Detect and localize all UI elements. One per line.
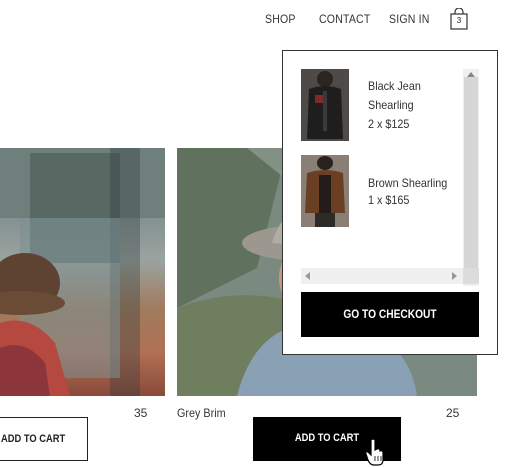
product-photo-hat-man xyxy=(0,148,165,396)
top-nav: SHOP CONTACT SIGN IN 3 xyxy=(0,0,516,40)
scroll-left-arrow-icon[interactable] xyxy=(305,272,310,280)
cart-item-thumbnail xyxy=(301,69,349,141)
add-to-cart-label: ADD TO CART xyxy=(1,433,66,445)
product-image[interactable] xyxy=(0,148,165,396)
cart-item[interactable]: Black Jean Shearling 2 x $125 xyxy=(301,69,481,149)
cart-item-qty: 1 x $165 xyxy=(368,193,410,207)
cart-item-list: Black Jean Shearling 2 x $125 Brown Shea… xyxy=(301,69,481,286)
add-to-cart-button[interactable]: ADD TO CART xyxy=(0,417,88,461)
nav-shop-link[interactable]: SHOP xyxy=(265,12,296,26)
cart-item-name: Brown Shearling xyxy=(368,176,448,190)
product-price: 25 xyxy=(446,406,460,420)
hand-pointer-icon xyxy=(365,438,384,466)
cart-horizontal-scrollbar[interactable] xyxy=(301,268,463,284)
cart-vertical-scrollbar[interactable] xyxy=(463,69,479,286)
scrollbar-thumb[interactable] xyxy=(464,77,478,273)
cart-item-name: Black Jean Shearling xyxy=(368,79,421,112)
jacket-photo xyxy=(301,69,349,141)
scroll-right-arrow-icon[interactable] xyxy=(452,272,457,280)
product-price: 35 xyxy=(134,406,148,420)
checkout-button[interactable]: GO TO CHECKOUT xyxy=(301,292,479,337)
scrollbar-corner xyxy=(463,268,479,284)
product-name: Grey Brim xyxy=(177,406,226,420)
nav-sign-in-link[interactable]: SIGN IN xyxy=(389,12,430,26)
checkout-label: GO TO CHECKOUT xyxy=(343,307,437,321)
cart-dropdown: Black Jean Shearling 2 x $125 Brown Shea… xyxy=(282,50,498,355)
nav-contact-link[interactable]: CONTACT xyxy=(319,12,370,26)
cart-bag-icon[interactable]: 3 xyxy=(449,7,469,30)
jacket-photo xyxy=(301,155,349,227)
cart-count-badge: 3 xyxy=(456,16,462,25)
cart-item-qty: 2 x $125 xyxy=(368,117,410,131)
cart-item-thumbnail xyxy=(301,155,349,227)
cart-item[interactable]: Brown Shearling 1 x $165 xyxy=(301,155,481,235)
